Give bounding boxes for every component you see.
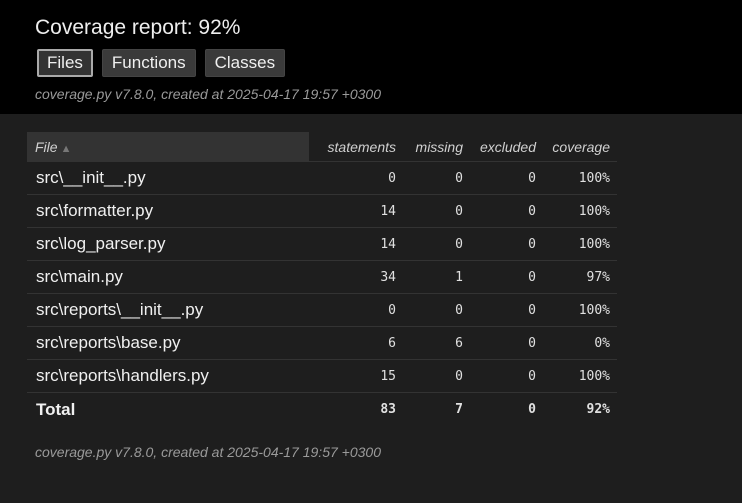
file-link[interactable]: src\__init__.py [27,161,309,195]
table-row: src\reports\base.py 6 6 0 0% [27,326,617,360]
file-link[interactable]: src\formatter.py [27,194,309,228]
view-tabs: Files Functions Classes [37,49,286,77]
report-header: Coverage report: 92% Files Functions Cla… [0,0,742,114]
excluded-cell: 0 [470,194,543,228]
table-header-row: File ▲ statements missing excluded covera… [27,132,617,162]
footer-created-info: coverage.py v7.8.0, created at 2025-04-1… [35,444,381,460]
excluded-cell: 0 [470,326,543,360]
coverage-cell: 100% [543,227,617,261]
table-row: src\log_parser.py 14 0 0 100% [27,227,617,261]
coverage-cell: 97% [543,260,617,294]
coverage-cell: 100% [543,359,617,393]
coverage-cell: 100% [543,293,617,327]
statements-cell: 14 [309,194,403,228]
table-row: src\__init__.py 0 0 0 100% [27,161,617,195]
file-link[interactable]: src\log_parser.py [27,227,309,261]
total-coverage-cell: 92% [543,392,617,426]
excluded-column-header[interactable]: excluded [470,132,543,162]
excluded-cell: 0 [470,359,543,393]
coverage-cell: 0% [543,326,617,360]
statements-cell: 14 [309,227,403,261]
file-column-label: File [35,138,58,155]
table-row: src\reports\__init__.py 0 0 0 100% [27,293,617,327]
statements-cell: 34 [309,260,403,294]
missing-cell: 0 [403,293,470,327]
excluded-cell: 0 [470,260,543,294]
table-row: src\reports\handlers.py 15 0 0 100% [27,359,617,393]
total-statements-cell: 83 [309,392,403,426]
file-column-header[interactable]: File ▲ [27,132,309,162]
total-missing-cell: 7 [403,392,470,426]
sort-ascending-icon: ▲ [60,142,72,155]
classes-tab-button[interactable]: Classes [204,49,286,77]
statements-column-header[interactable]: statements [309,132,403,162]
statements-cell: 0 [309,161,403,195]
file-link[interactable]: src\reports\handlers.py [27,359,309,393]
missing-column-header[interactable]: missing [403,132,470,162]
statements-cell: 6 [309,326,403,360]
total-excluded-cell: 0 [470,392,543,426]
missing-cell: 0 [403,194,470,228]
coverage-cell: 100% [543,161,617,195]
functions-tab-button[interactable]: Functions [101,49,196,77]
files-tab-button[interactable]: Files [37,49,93,77]
file-link[interactable]: src\reports\base.py [27,326,309,360]
created-info: coverage.py v7.8.0, created at 2025-04-1… [35,86,381,102]
statements-cell: 0 [309,293,403,327]
missing-cell: 0 [403,359,470,393]
missing-cell: 0 [403,161,470,195]
excluded-cell: 0 [470,293,543,327]
table-row: src\main.py 34 1 0 97% [27,260,617,294]
coverage-cell: 100% [543,194,617,228]
missing-cell: 0 [403,227,470,261]
total-row: Total 83 7 0 92% [27,392,617,426]
coverage-table: File ▲ statements missing excluded covera… [27,132,617,426]
missing-cell: 6 [403,326,470,360]
file-link[interactable]: src\reports\__init__.py [27,293,309,327]
coverage-column-header[interactable]: coverage [543,132,617,162]
total-label: Total [27,392,309,426]
statements-cell: 15 [309,359,403,393]
missing-cell: 1 [403,260,470,294]
excluded-cell: 0 [470,227,543,261]
table-row: src\formatter.py 14 0 0 100% [27,194,617,228]
page-title: Coverage report: 92% [35,16,241,39]
excluded-cell: 0 [470,161,543,195]
file-link[interactable]: src\main.py [27,260,309,294]
